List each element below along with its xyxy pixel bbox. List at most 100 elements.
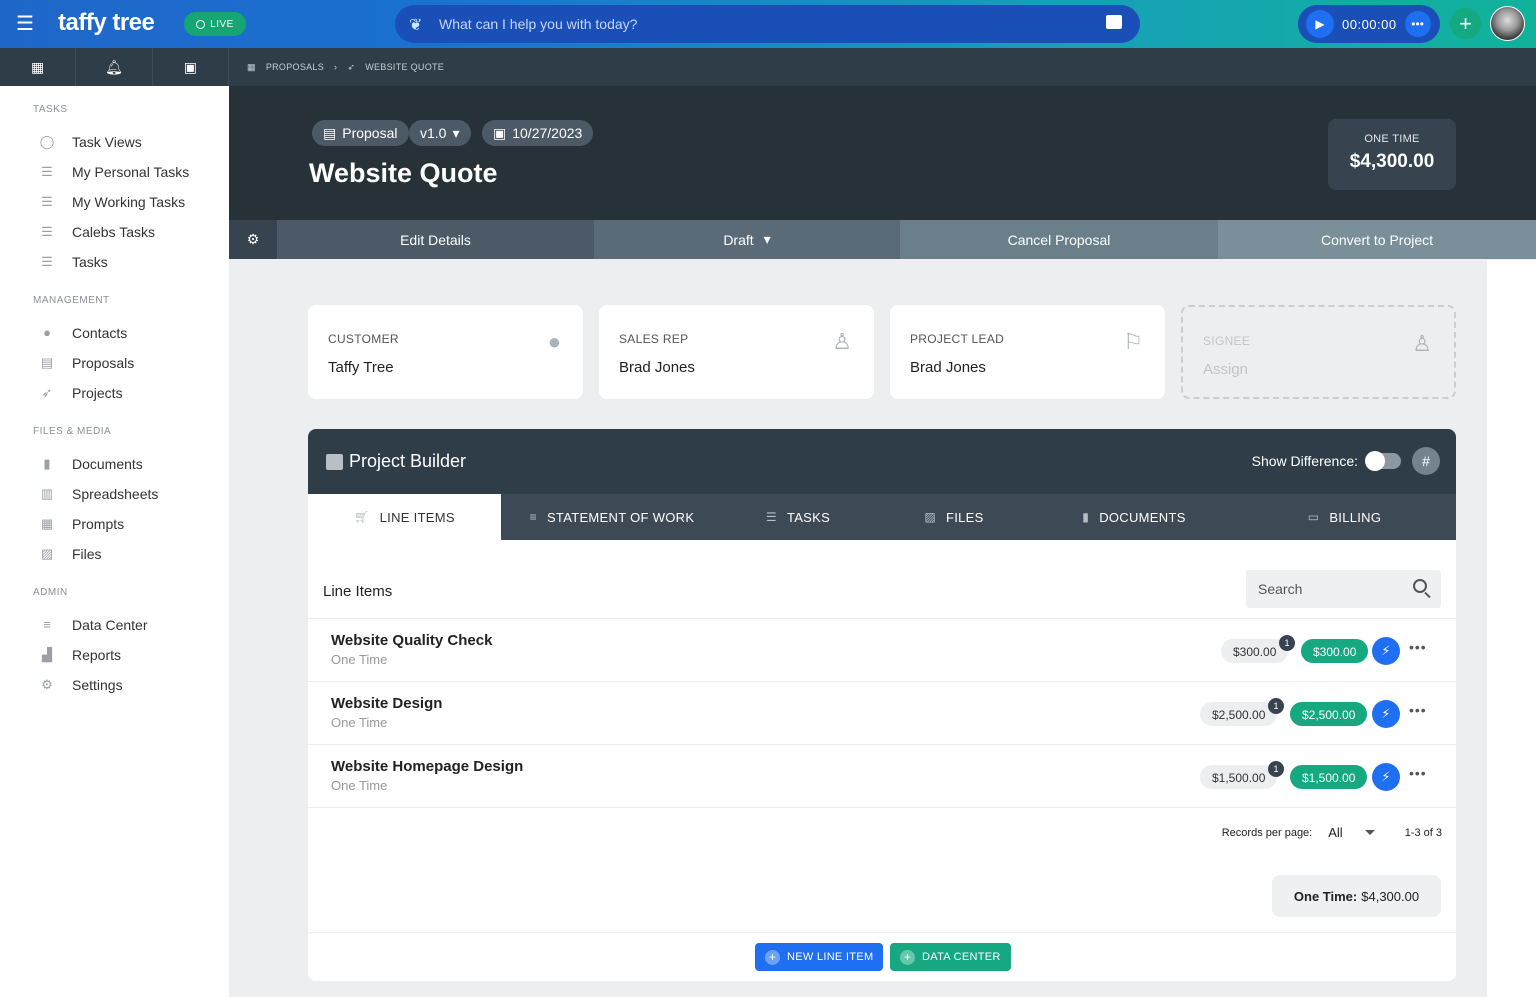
tab-label: TASKS	[786, 509, 831, 525]
date-label: 10/27/2023	[512, 125, 583, 141]
signee-card[interactable]: SIGNEE Assign ♙	[1181, 305, 1456, 399]
avatar[interactable]	[1490, 6, 1525, 41]
search-input[interactable]: Search	[1246, 570, 1441, 608]
timer-more-icon[interactable]: •••	[1404, 11, 1431, 37]
menu-icon[interactable]: ☰	[16, 14, 36, 34]
tab-statement-of-work[interactable]: ≡ STATEMENT OF WORK	[501, 494, 723, 540]
search-icon[interactable]	[1413, 579, 1427, 593]
table-row[interactable]: Website Homepage Design One Time $1,500.…	[308, 744, 1456, 807]
more-icon[interactable]: •••	[1409, 765, 1427, 781]
sidebar-item-label: Task Views	[72, 134, 142, 150]
hash-icon[interactable]: #	[1412, 447, 1440, 475]
data-center-label: DATA CENTER	[922, 951, 1001, 963]
table-row[interactable]: Website Design One Time $2,500.00 1 $2,5…	[308, 681, 1456, 744]
footer-divider	[308, 932, 1456, 933]
records-per-page-select[interactable]: All	[1328, 825, 1342, 840]
total-value: $4,300.00	[1361, 888, 1420, 904]
one-time-value: $4,300.00	[1349, 151, 1435, 172]
section-tasks: TASKS	[33, 104, 68, 115]
sidebar-item-tasks[interactable]: ☰ Tasks	[0, 247, 229, 277]
records-per-page-label: Records per page:	[1221, 826, 1313, 839]
tab-line-items[interactable]: 🛒︎ LINE ITEMS	[308, 494, 501, 540]
sidebar-item-reports[interactable]: ▟ Reports	[0, 640, 229, 670]
live-dot-icon	[196, 19, 206, 29]
builder-icon	[326, 453, 343, 470]
sidebar-item-data-center[interactable]: ≡ Data Center	[0, 610, 229, 640]
lightning-icon[interactable]: ⚡︎	[1372, 637, 1400, 665]
rocket-icon: ➶	[347, 61, 356, 72]
checklist-icon: ☰	[41, 194, 53, 209]
sidebar-item-my-personal-tasks[interactable]: ☰ My Personal Tasks	[0, 157, 229, 187]
sidebar-item-spreadsheets[interactable]: ▥ Spreadsheets	[0, 479, 229, 509]
lightning-icon[interactable]: ⚡︎	[1372, 763, 1400, 791]
line-item-name: Website Quality Check	[331, 632, 493, 649]
caret-down-icon: ▾	[763, 231, 771, 247]
line-item-total[interactable]: $300.00	[1301, 639, 1369, 663]
right-panel	[1487, 260, 1536, 997]
card-value: Taffy Tree	[328, 359, 394, 376]
sidebar-item-prompts[interactable]: ▦ Prompts	[0, 509, 229, 539]
line-item-amount: $2,500.00	[1200, 702, 1278, 726]
data-center-button[interactable]: + DATA CENTER	[890, 943, 1011, 971]
sidebar-item-proposals[interactable]: ▤ Proposals	[0, 348, 229, 378]
line-item-count-badge: 1	[1268, 698, 1284, 714]
line-item-type: One Time	[331, 778, 388, 793]
add-icon[interactable]: +	[1450, 8, 1481, 39]
version-dropdown[interactable]: v1.0 ▾	[409, 120, 471, 146]
bar-chart-icon: ▟	[42, 647, 52, 662]
sidebar-item-label: Calebs Tasks	[72, 224, 156, 240]
sidebar-item-label: Tasks	[72, 254, 108, 270]
tab-billing[interactable]: ▭ BILLING	[1233, 494, 1456, 540]
sidebar-item-calebs-tasks[interactable]: ☰ Calebs Tasks	[0, 217, 229, 247]
sidebar-item-contacts[interactable]: ● Contacts	[0, 318, 229, 348]
live-badge[interactable]: LIVE	[184, 12, 246, 36]
play-icon[interactable]: ▶	[1306, 10, 1334, 38]
sidebar-item-files[interactable]: ▨ Files	[0, 539, 229, 569]
more-icon[interactable]: •••	[1409, 639, 1427, 655]
chat-icon[interactable]	[1106, 15, 1122, 29]
table-row[interactable]: Website Quality Check One Time $300.00 1…	[308, 618, 1456, 681]
line-item-total[interactable]: $2,500.00	[1290, 702, 1368, 726]
sidebar-item-documents[interactable]: ▮ Documents	[0, 449, 229, 479]
convert-to-project-button[interactable]: Convert to Project	[1218, 220, 1536, 259]
card-value: Assign	[1203, 361, 1249, 378]
list-icon: ≡	[43, 617, 51, 632]
breadcrumb-proposals[interactable]: PROPOSALS	[266, 62, 324, 72]
line-items-title: Line Items	[323, 583, 393, 600]
show-difference-toggle[interactable]	[1365, 451, 1401, 471]
line-items-header: Line Items Search	[323, 570, 1441, 618]
tab-documents[interactable]: ▮ DOCUMENTS	[1035, 494, 1233, 540]
lightning-icon[interactable]: ⚡︎	[1372, 700, 1400, 728]
checklist-icon: ☰	[41, 224, 53, 239]
gear-icon[interactable]: ⚙	[229, 220, 277, 259]
tab-tasks[interactable]: ☰ TASKS	[723, 494, 873, 540]
status-dropdown[interactable]: Draft ▾	[594, 220, 900, 259]
edit-details-button[interactable]: Edit Details	[277, 220, 594, 259]
new-line-item-button[interactable]: + NEW LINE ITEM	[755, 943, 884, 971]
more-icon[interactable]: •••	[1409, 702, 1427, 718]
dashboard-icon[interactable]: ▦	[0, 48, 77, 86]
project-lead-card[interactable]: PROJECT LEAD Brad Jones ⚐	[890, 305, 1165, 399]
calendar-icon[interactable]: ▣	[153, 48, 229, 86]
customer-card[interactable]: CUSTOMER Taffy Tree ●	[308, 305, 583, 399]
sidebar-item-my-working-tasks[interactable]: ☰ My Working Tasks	[0, 187, 229, 217]
ai-prompt-input[interactable]: ❦ What can I help you with today?	[395, 5, 1140, 43]
cancel-proposal-button[interactable]: Cancel Proposal	[900, 220, 1218, 259]
breadcrumb: ▦ PROPOSALS › ➶ WEBSITE QUOTE	[229, 48, 1536, 86]
cart-icon: 🛒︎	[354, 510, 370, 524]
caret-down-icon[interactable]	[1364, 830, 1375, 835]
bell-icon[interactable]: 🔔︎	[76, 48, 153, 86]
sidebar-item-projects[interactable]: ➶ Projects	[0, 378, 229, 408]
sidebar-item-label: Proposals	[72, 355, 135, 371]
tab-files[interactable]: ▨ FILES	[873, 494, 1035, 540]
sales-rep-card[interactable]: SALES REP Brad Jones ♙	[599, 305, 874, 399]
sidebar-item-label: Settings	[72, 677, 123, 693]
logo[interactable]: taffy tree	[58, 9, 155, 37]
plus-circle-icon: +	[765, 949, 780, 965]
sidebar-item-settings[interactable]: ⚙ Settings	[0, 670, 229, 700]
sidebar-item-task-views[interactable]: ◯ Task Views	[0, 127, 229, 157]
tab-label: BILLING	[1329, 509, 1382, 525]
date-pill[interactable]: ▣ 10/27/2023	[482, 120, 594, 146]
line-item-total[interactable]: $1,500.00	[1290, 765, 1368, 789]
type-pill[interactable]: ▤ Proposal	[312, 120, 409, 146]
